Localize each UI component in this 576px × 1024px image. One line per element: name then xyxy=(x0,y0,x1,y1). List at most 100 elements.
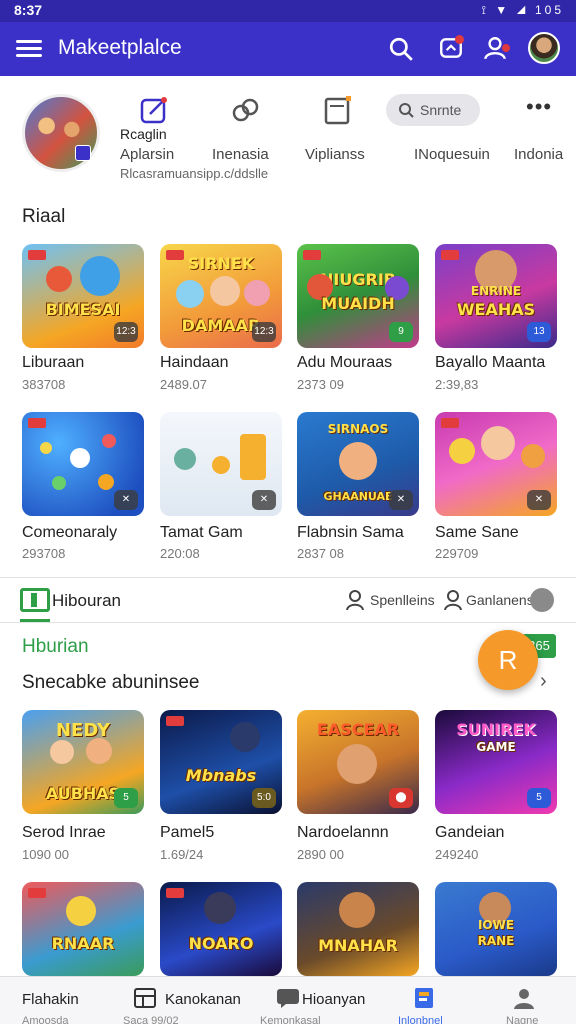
hamburger-menu-icon[interactable] xyxy=(16,37,42,61)
quick-action-label[interactable]: Aplarsin xyxy=(120,146,174,163)
user-icon[interactable] xyxy=(482,35,510,61)
tile-corner-badge: ✕ xyxy=(389,490,413,510)
character-figure xyxy=(66,896,96,926)
tile-corner-badge: 5 xyxy=(114,788,138,808)
nav-sublabel: Amoosda xyxy=(22,1015,69,1024)
filter-link[interactable]: Ganlanens xyxy=(466,592,534,608)
game-tile[interactable]: Mbnabs 5:0 xyxy=(160,710,282,814)
hot-badge xyxy=(303,250,321,260)
status-bar: 8:37 ⟟ ▼ ◢ 105 xyxy=(0,0,576,22)
tile-name[interactable]: Flabnsin Sama xyxy=(297,524,404,542)
link-icon[interactable] xyxy=(226,94,266,128)
game-tile[interactable]: MNAHAR xyxy=(297,882,419,976)
nav-item-kanokanan[interactable]: Kanokanan Saca 99/02 xyxy=(115,977,255,1024)
tile-name[interactable]: Tamat Gam xyxy=(160,524,243,542)
game-tile[interactable]: NEDY AUBHAS 5 xyxy=(22,710,144,814)
tile-subtext: 1.69/24 xyxy=(160,847,204,862)
tile-corner-badge: 5 xyxy=(527,788,551,808)
tile-art-text: BIMESAI xyxy=(45,300,121,319)
hot-badge xyxy=(166,716,184,726)
section-title: Riaal xyxy=(22,206,66,227)
tile-art-top: EASCEAR xyxy=(316,720,400,739)
filter-link[interactable]: Spenlleins xyxy=(370,592,435,608)
character-figure xyxy=(244,280,270,306)
hot-badge xyxy=(441,418,459,428)
profile-search-pill[interactable]: Snrnte xyxy=(386,94,480,126)
notification-dot xyxy=(455,35,464,44)
game-tile[interactable]: SIRNEK DAMAAR 12:3 xyxy=(160,244,282,348)
tile-art-top: ENRINE xyxy=(470,284,522,298)
quick-action-label[interactable]: INoquesuin xyxy=(414,146,490,163)
nav-sublabel: Saca 99/02 xyxy=(123,1015,179,1024)
quick-action-label[interactable]: Viplianss xyxy=(305,146,365,163)
game-tile[interactable]: ENRINE WEAHAS 13 xyxy=(435,244,557,348)
notification-icon[interactable] xyxy=(438,35,464,61)
account-avatar[interactable] xyxy=(528,32,560,64)
bookmark-icon xyxy=(415,988,433,1008)
game-tile[interactable]: NOARO xyxy=(160,882,282,976)
chevron-right-icon[interactable]: › xyxy=(540,670,547,693)
floating-action-button[interactable]: R xyxy=(478,630,538,690)
tile-name[interactable]: Haindaan xyxy=(160,354,229,372)
document-icon[interactable] xyxy=(318,94,358,128)
tile-name[interactable]: Gandeian xyxy=(435,824,504,842)
hot-badge xyxy=(441,250,459,260)
tile-name[interactable]: Pamel5 xyxy=(160,824,214,842)
tile-art-text: RNAAR xyxy=(51,934,115,953)
nav-sublabel: Nagne xyxy=(506,1015,539,1024)
avatar[interactable] xyxy=(530,588,554,612)
tile-art-text: MNAHAR xyxy=(318,936,398,955)
nav-label: Flahakin xyxy=(22,991,79,1008)
tile-subtext: 229709 xyxy=(435,546,479,561)
bubble-figure xyxy=(102,434,116,448)
hot-badge xyxy=(28,888,46,898)
tile-corner-badge: 13 xyxy=(527,322,551,342)
bottom-nav: Flahakin Amoosda Kanokanan Saca 99/02 Hi… xyxy=(0,976,576,1024)
game-tile[interactable]: EASCEAR ⬤ xyxy=(297,710,419,814)
bubble-figure xyxy=(52,476,66,490)
hot-badge xyxy=(28,418,46,428)
tile-name[interactable]: Nardoelannn xyxy=(297,824,389,842)
section-subtitle: Snecabke abuninsee xyxy=(22,672,200,693)
game-tile[interactable]: IOWE RANE xyxy=(435,882,557,976)
nav-item-profile[interactable]: Nagne xyxy=(490,977,570,1024)
nav-label: Kanokanan xyxy=(165,991,241,1008)
tile-art-top: SIRNEK xyxy=(187,254,255,273)
game-tile[interactable]: NIUGRIB MUAIDH 9 xyxy=(297,244,419,348)
tile-art-top: IOWE xyxy=(477,918,515,932)
tile-name[interactable]: Same Sane xyxy=(435,524,519,542)
search-icon[interactable] xyxy=(388,36,414,62)
search-pill-text: Snrnte xyxy=(420,102,462,118)
games-icon[interactable] xyxy=(20,588,50,612)
game-tile[interactable]: BIMESAI 12:3 xyxy=(22,244,144,348)
game-tile[interactable]: RNAAR xyxy=(22,882,144,976)
game-tile[interactable]: SIRNAOS GHAANUAE ✕ xyxy=(297,412,419,516)
tab-hiburan[interactable]: Hibouran xyxy=(52,591,121,611)
profile-header: Rcaglin Aplarsin Inenasia Viplianss INoq… xyxy=(0,76,576,214)
tile-name[interactable]: Liburaan xyxy=(22,354,84,372)
tile-corner-badge: ✕ xyxy=(114,490,138,510)
character-figure xyxy=(204,892,236,924)
tile-subtext: 220:08 xyxy=(160,546,200,561)
tile-subtext: 249240 xyxy=(435,847,479,862)
game-tile[interactable]: ✕ xyxy=(160,412,282,516)
tile-name[interactable]: Serod Inrae xyxy=(22,824,106,842)
person-icon xyxy=(444,590,462,610)
nav-item-flahakin[interactable]: Flahakin Amoosda xyxy=(0,977,115,1024)
tile-name[interactable]: Adu Mouraas xyxy=(297,354,392,372)
hot-badge xyxy=(28,250,46,260)
game-tile[interactable]: ✕ xyxy=(435,412,557,516)
tile-name[interactable]: Bayallo Maanta xyxy=(435,354,545,372)
tile-name[interactable]: Comeonaraly xyxy=(22,524,117,542)
profile-avatar[interactable] xyxy=(22,94,100,172)
quick-action-label[interactable]: Indonia xyxy=(514,146,563,163)
game-tile[interactable]: SUNIREK GAME 5 xyxy=(435,710,557,814)
quick-action-label[interactable]: Inenasia xyxy=(212,146,269,163)
character-figure xyxy=(339,892,375,928)
nav-item-hioanyan[interactable]: Hioanyan Kemonkasal xyxy=(260,977,390,1024)
game-tile[interactable]: ✕ xyxy=(22,412,144,516)
more-icon[interactable]: ••• xyxy=(526,94,552,120)
nav-item-bookmark[interactable]: Inlonbnel xyxy=(392,977,472,1024)
hot-badge xyxy=(166,888,184,898)
edit-icon[interactable] xyxy=(132,94,172,128)
